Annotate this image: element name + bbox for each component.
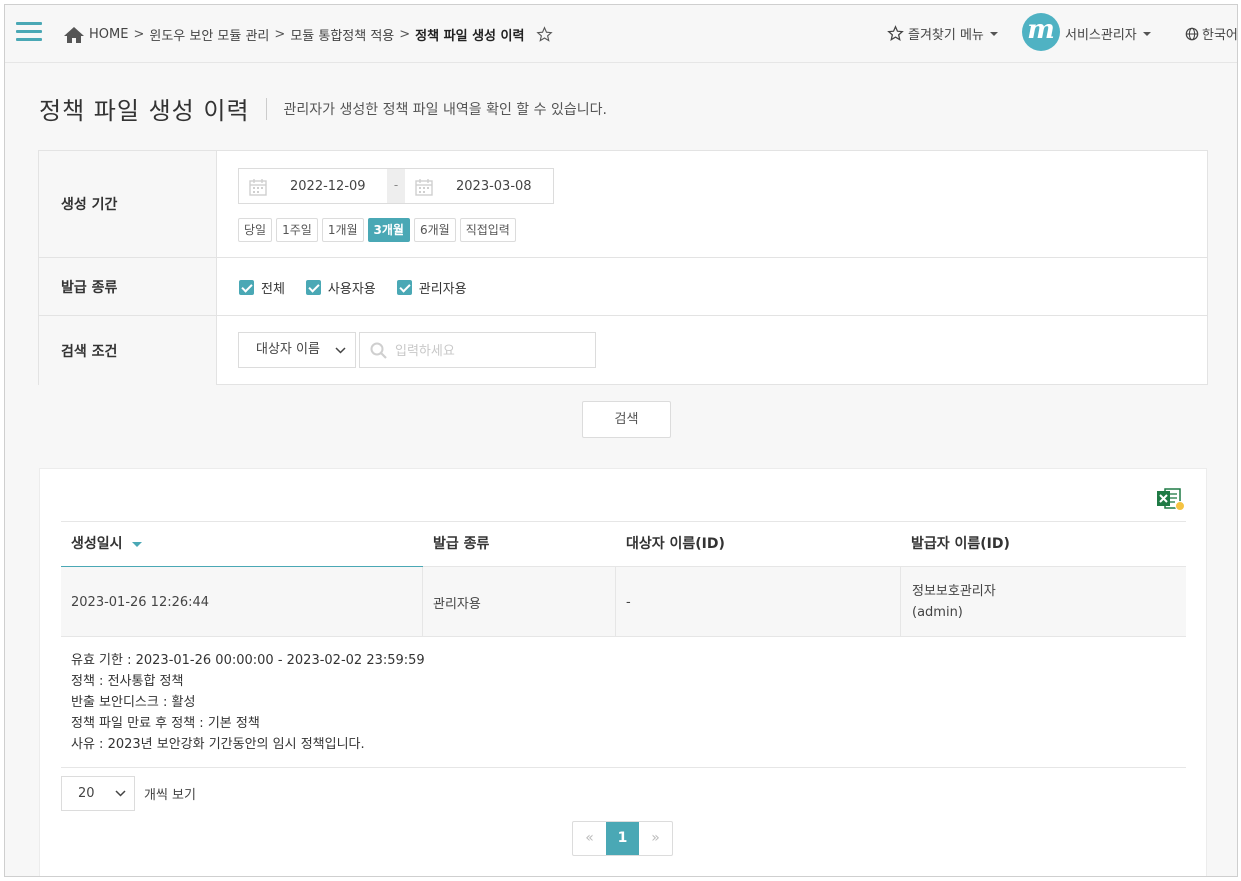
column-label: 생성일시	[71, 536, 123, 552]
checkbox-checked-icon[interactable]	[239, 280, 254, 295]
detail-line: 반출 보안디스크 : 활성	[71, 695, 196, 710]
period-label: 생성 기간	[39, 151, 217, 257]
checkbox-checked-icon[interactable]	[305, 280, 321, 295]
breadcrumb-item[interactable]: 윈도우 보안 모듈 관리	[149, 25, 269, 44]
period-row: 생성 기간 2022-12-09 - 2023-03-08 당일 1주일 1개월…	[39, 151, 1207, 258]
user-menu[interactable]: 서비스관리자	[1065, 24, 1151, 43]
chevron-down-icon	[115, 790, 126, 797]
page-button-current[interactable]: 1	[606, 822, 639, 855]
language-menu[interactable]: 한국어	[1185, 24, 1238, 43]
period-button-1month[interactable]: 1개월	[321, 218, 364, 242]
user-menu-label: 서비스관리자	[1065, 28, 1137, 43]
date-to-field[interactable]: 2023-03-08	[405, 169, 553, 203]
chevron-down-icon	[335, 347, 346, 354]
date-from-value: 2022-12-09	[290, 179, 366, 194]
favorites-menu-label: 즐겨찾기 메뉴	[908, 28, 984, 43]
checkbox-user[interactable]: 사용자용	[305, 278, 376, 297]
checkbox-admin[interactable]: 관리자용	[396, 278, 467, 297]
period-button-6month[interactable]: 6개월	[413, 218, 456, 242]
breadcrumb-separator: >	[133, 27, 145, 42]
search-icon	[370, 342, 387, 359]
checkbox-label: 사용자용	[327, 282, 376, 297]
checkbox-label: 전체	[261, 282, 285, 297]
cell-issue-type: 관리자용	[423, 567, 616, 637]
page-size-value: 20	[78, 786, 95, 801]
search-input[interactable]	[395, 341, 585, 361]
condition-row: 검색 조건 대상자 이름	[39, 316, 1207, 385]
period-button-1week[interactable]: 1주일	[276, 218, 318, 242]
issue-type-label: 발급 종류	[39, 258, 217, 315]
checkbox-all[interactable]: 전체	[239, 278, 285, 297]
favorites-menu[interactable]: 즐겨찾기 메뉴	[887, 24, 998, 43]
cell-created-at: 2023-01-26 12:26:44	[61, 567, 423, 637]
detail-line: 정책 : 전사통합 정책	[71, 674, 184, 689]
next-page-button[interactable]: »	[639, 822, 672, 855]
date-to-value: 2023-03-08	[456, 179, 532, 194]
page-header: 정책 파일 생성 이력 관리자가 생성한 정책 파일 내역을 확인 할 수 있습…	[39, 91, 607, 126]
period-button-today[interactable]: 당일	[238, 218, 273, 242]
column-created-at[interactable]: 생성일시	[61, 522, 423, 568]
breadcrumb-current: 정책 파일 생성 이력	[415, 29, 525, 44]
calendar-icon	[415, 179, 433, 196]
table-header: 생성일시 발급 종류 대상자 이름(ID) 발급자 이름(ID)	[61, 521, 1186, 568]
period-buttons: 당일 1주일 1개월 3개월 6개월 직접입력	[238, 218, 516, 242]
table-row[interactable]: 2023-01-26 12:26:44 관리자용 - 정보보호관리자 (admi…	[61, 567, 1186, 637]
condition-select[interactable]: 대상자 이름	[238, 332, 356, 368]
breadcrumb-separator: >	[399, 27, 411, 42]
checkbox-label: 관리자용	[418, 282, 467, 297]
search-panel: 생성 기간 2022-12-09 - 2023-03-08 당일 1주일 1개월…	[38, 150, 1208, 385]
date-from-field[interactable]: 2022-12-09	[239, 169, 387, 203]
detail-line: 유효 기한 : 2023-01-26 00:00:00 - 2023-02-02…	[71, 653, 425, 668]
chevron-down-icon	[1142, 31, 1151, 36]
chevron-down-icon	[989, 31, 998, 36]
issue-type-row: 발급 종류 전체 사용자용 관리자용	[39, 258, 1207, 316]
page-size-suffix: 개씩 보기	[144, 788, 196, 803]
cell-issuer: 정보보호관리자 (admin)	[901, 567, 996, 637]
detail-line: 정책 파일 만료 후 정책 : 기본 정책	[71, 716, 260, 731]
page-title: 정책 파일 생성 이력	[39, 97, 250, 125]
period-button-3month[interactable]: 3개월	[367, 218, 410, 242]
star-icon[interactable]	[536, 26, 554, 43]
breadcrumb-separator: >	[274, 27, 286, 42]
prev-page-button[interactable]: «	[573, 822, 606, 855]
issuer-id: (admin)	[912, 605, 963, 620]
row-detail: 유효 기한 : 2023-01-26 00:00:00 - 2023-02-02…	[61, 637, 1186, 768]
avatar[interactable]: m	[1022, 13, 1060, 51]
date-separator: -	[387, 169, 405, 203]
home-icon[interactable]	[63, 26, 85, 44]
pagination: « 1 »	[572, 821, 673, 856]
globe-icon	[1185, 27, 1199, 40]
search-button[interactable]: 검색	[582, 401, 671, 438]
breadcrumb: HOME > 윈도우 보안 모듈 관리 > 모듈 통합정책 적용 > 정책 파일…	[63, 25, 554, 44]
menu-toggle-icon[interactable]	[16, 22, 42, 42]
sort-desc-icon	[131, 541, 142, 547]
breadcrumb-home[interactable]: HOME	[89, 27, 128, 42]
history-table: 생성일시 발급 종류 대상자 이름(ID) 발급자 이름(ID) 2023-01…	[61, 521, 1186, 768]
condition-select-value: 대상자 이름	[256, 342, 320, 357]
period-button-custom[interactable]: 직접입력	[459, 218, 516, 242]
excel-download-icon[interactable]	[1156, 486, 1186, 512]
date-range: 2022-12-09 - 2023-03-08	[238, 168, 554, 204]
condition-label: 검색 조건	[39, 316, 217, 385]
detail-line: 사유 : 2023년 보안강화 기간동안의 임시 정책입니다.	[71, 737, 365, 752]
page-description: 관리자가 생성한 정책 파일 내역을 확인 할 수 있습니다.	[283, 101, 607, 118]
app-window: HOME > 윈도우 보안 모듈 관리 > 모듈 통합정책 적용 > 정책 파일…	[4, 4, 1238, 877]
cell-target: -	[616, 567, 901, 637]
column-target: 대상자 이름(ID)	[626, 536, 725, 552]
page-size-control: 20 개씩 보기	[61, 776, 196, 811]
results-panel: 생성일시 발급 종류 대상자 이름(ID) 발급자 이름(ID) 2023-01…	[39, 468, 1207, 876]
language-label: 한국어	[1202, 28, 1238, 43]
calendar-icon	[249, 179, 267, 196]
favorites-star-icon	[887, 25, 904, 41]
issuer-name: 정보보호관리자	[912, 584, 996, 599]
issue-type-checkboxes: 전체 사용자용 관리자용	[239, 278, 488, 297]
breadcrumb-item[interactable]: 모듈 통합정책 적용	[290, 25, 394, 44]
title-divider	[265, 97, 267, 120]
page-size-select[interactable]: 20	[61, 776, 135, 811]
search-field	[359, 332, 596, 368]
checkbox-checked-icon[interactable]	[396, 280, 412, 295]
top-bar: HOME > 윈도우 보안 모듈 관리 > 모듈 통합정책 적용 > 정책 파일…	[5, 5, 1238, 63]
column-issuer: 발급자 이름(ID)	[911, 536, 1010, 552]
column-issue-type: 발급 종류	[433, 536, 490, 552]
